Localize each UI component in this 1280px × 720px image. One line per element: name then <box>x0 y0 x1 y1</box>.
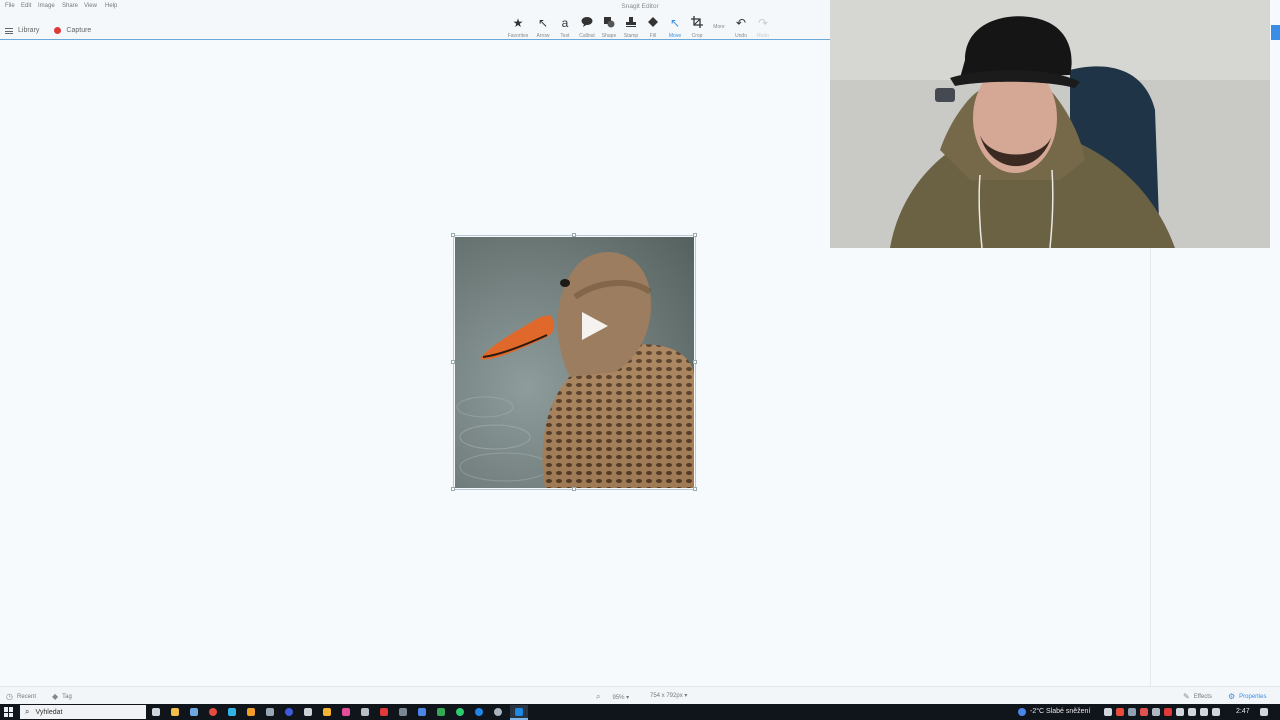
app-icon-5[interactable] <box>304 708 312 716</box>
menu-image[interactable]: Image <box>38 3 55 9</box>
play-icon[interactable] <box>580 310 610 342</box>
taskbar-search[interactable]: ⌕ Vyhledat <box>20 705 146 719</box>
hamburger-menu-icon[interactable] <box>5 27 13 34</box>
zoom-control[interactable]: ⌕ 95% ▾ <box>596 692 629 702</box>
tool-redo[interactable]: ↷ Redo <box>750 16 776 39</box>
effects-button[interactable]: ✎ Effects <box>1183 692 1212 701</box>
resize-handle-se[interactable] <box>693 487 697 491</box>
weather-text[interactable]: -2°C Slabé sněžení <box>1030 708 1090 715</box>
snagit-icon <box>515 708 523 716</box>
menu-help[interactable]: Help <box>105 3 117 9</box>
menu-file[interactable]: File <box>5 3 15 9</box>
tray-icon-6[interactable] <box>1164 708 1172 716</box>
language-icon[interactable] <box>1212 708 1220 716</box>
app-icon-8[interactable] <box>361 708 369 716</box>
status-bar: ◷ Recent ◆ Tag ⌕ 95% ▾ 754 x 792px ▾ ✎ E… <box>0 686 1280 704</box>
dimensions-control[interactable]: 754 x 792px ▾ <box>650 692 687 699</box>
search-icon: ⌕ <box>25 707 30 716</box>
app-icon-6[interactable] <box>323 708 331 716</box>
panel-tab-indicator[interactable] <box>1271 25 1280 40</box>
zoom-icon: ⌕ <box>596 692 601 701</box>
tag-button[interactable]: ◆ Tag <box>52 692 72 701</box>
resize-handle-sw[interactable] <box>451 487 455 491</box>
menu-edit[interactable]: Edit <box>21 3 31 9</box>
toolbar: Library Capture ★ Favorites ↖ Arrow a Te… <box>0 13 830 40</box>
tray-icon-1[interactable] <box>1104 708 1112 716</box>
app-icon-2[interactable] <box>247 708 255 716</box>
network-icon[interactable] <box>1176 708 1184 716</box>
windows-start-icon[interactable] <box>4 707 14 717</box>
app-title: Snagit Editor <box>621 3 659 10</box>
snagit-taskbar-button[interactable] <box>510 705 528 720</box>
task-view-icon[interactable] <box>152 708 160 716</box>
webcam-overlay <box>830 0 1270 248</box>
tray-icon-2[interactable] <box>1116 708 1124 716</box>
recent-button[interactable]: ◷ Recent <box>6 692 36 701</box>
windows-taskbar: ⌕ Vyhledat -2°C Slabé sněžení 2:47 <box>0 704 1280 720</box>
tag-icon: ◆ <box>52 692 59 701</box>
app-icon-9[interactable] <box>380 708 388 716</box>
volume-icon[interactable] <box>1188 708 1196 716</box>
chrome-icon[interactable] <box>209 708 217 716</box>
properties-panel <box>1150 248 1280 686</box>
resize-handle-n[interactable] <box>572 233 576 237</box>
notifications-icon[interactable] <box>1260 708 1268 716</box>
tool-favorites[interactable]: ★ Favorites <box>505 16 531 39</box>
menu-view[interactable]: View <box>84 3 97 9</box>
effects-icon: ✎ <box>1183 692 1190 701</box>
redo-icon: ↷ <box>757 16 769 30</box>
gear-icon: ⚙ <box>1228 692 1236 701</box>
app-icon-10[interactable] <box>399 708 407 716</box>
library-button[interactable]: Library <box>18 27 39 34</box>
resize-handle-s[interactable] <box>572 487 576 491</box>
record-icon <box>54 27 62 34</box>
app-icon-4[interactable] <box>285 708 293 716</box>
resize-handle-ne[interactable] <box>693 233 697 237</box>
notepad-icon[interactable] <box>190 708 198 716</box>
app-icon-12[interactable] <box>437 708 445 716</box>
menu-share[interactable]: Share <box>62 3 78 9</box>
app-icon-13[interactable] <box>456 708 464 716</box>
weather-icon <box>1018 708 1026 716</box>
star-icon: ★ <box>512 16 524 30</box>
properties-button[interactable]: ⚙ Properties <box>1228 692 1267 701</box>
file-explorer-icon[interactable] <box>171 708 179 716</box>
app-icon-7[interactable] <box>342 708 350 716</box>
resize-handle-nw[interactable] <box>451 233 455 237</box>
tray-icon-3[interactable] <box>1128 708 1136 716</box>
menu-bar: File Edit Image Share View Help Snagit E… <box>0 0 830 13</box>
app-icon-11[interactable] <box>418 708 426 716</box>
app-icon-3[interactable] <box>266 708 274 716</box>
resize-handle-w[interactable] <box>451 360 455 364</box>
clock-icon: ◷ <box>6 692 13 701</box>
resize-handle-e[interactable] <box>693 360 697 364</box>
tray-icon-4[interactable] <box>1140 708 1148 716</box>
app-icon-14[interactable] <box>494 708 502 716</box>
capture-button[interactable]: Capture <box>66 27 91 34</box>
duck-image[interactable] <box>455 237 694 488</box>
battery-icon[interactable] <box>1200 708 1208 716</box>
app-icon-1[interactable] <box>228 708 236 716</box>
edge-icon[interactable] <box>475 708 483 716</box>
clock-time[interactable]: 2:47 <box>1236 708 1250 715</box>
library-section: Library Capture <box>5 27 91 34</box>
tray-icon-5[interactable] <box>1152 708 1160 716</box>
